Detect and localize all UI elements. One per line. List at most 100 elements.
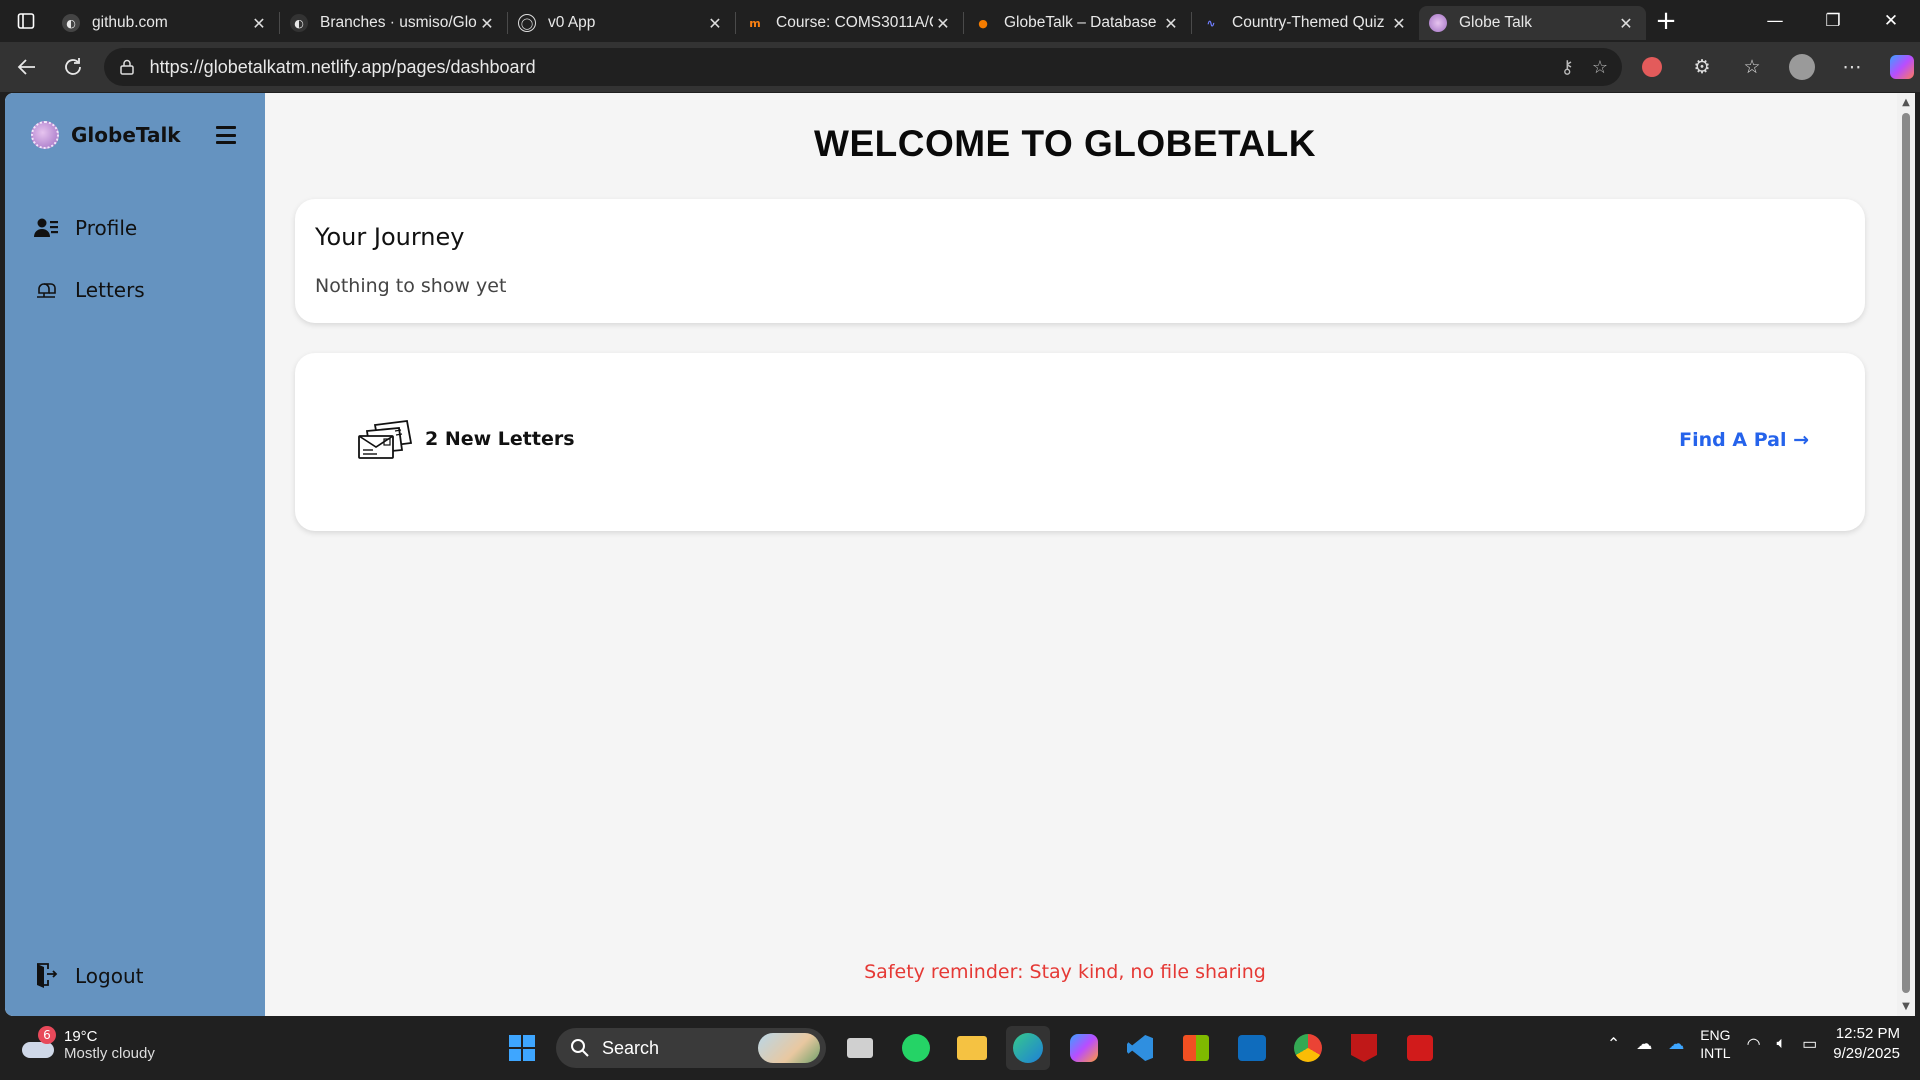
chrome-icon[interactable] — [1286, 1026, 1330, 1070]
weather-widget[interactable]: 6 19°C Mostly cloudy — [20, 1026, 155, 1062]
tab-globe-talk[interactable]: Globe Talk ✕ — [1419, 6, 1646, 40]
battery-icon[interactable]: ▭ — [1802, 1034, 1817, 1054]
profile-avatar-icon[interactable] — [1784, 49, 1820, 85]
logout-button[interactable]: Logout — [31, 963, 143, 989]
globetalk-icon — [1429, 14, 1447, 32]
file-explorer-icon[interactable] — [950, 1026, 994, 1070]
close-window-icon[interactable]: ✕ — [1862, 0, 1920, 42]
vscode-icon[interactable] — [1118, 1026, 1162, 1070]
window-controls: — ❐ ✕ — [1746, 0, 1920, 42]
taskbar-search[interactable]: Search — [556, 1028, 826, 1068]
letters-card: 2 New Letters Find A Pal → — [295, 353, 1865, 531]
refresh-icon — [64, 58, 81, 75]
search-label: Search — [602, 1037, 660, 1058]
clock[interactable]: 12:52 PM 9/29/2025 — [1833, 1024, 1900, 1064]
tab-title: Country-Themed Quiz — [1232, 14, 1385, 31]
tab-actions-icon — [17, 13, 35, 29]
users-icon — [31, 217, 61, 239]
extension-badge-icon[interactable] — [1634, 49, 1670, 85]
restore-icon[interactable]: ❐ — [1804, 0, 1862, 42]
onedrive-offline-icon[interactable]: ☁ — [1636, 1034, 1652, 1054]
sidebar-item-letters[interactable]: Letters — [31, 278, 145, 302]
search-icon — [571, 1039, 589, 1057]
taskbar: 6 19°C Mostly cloudy Search ⌃ ☁ ☁ ENG IN… — [0, 1016, 1920, 1080]
acrobat-icon[interactable] — [1398, 1026, 1442, 1070]
firebase-icon: ● — [978, 16, 988, 30]
clock-date: 9/29/2025 — [1833, 1045, 1900, 1062]
tab-title: Course: COMS3011A/C — [776, 14, 933, 31]
url-field[interactable]: https://globetalkatm.netlify.app/pages/d… — [103, 48, 1622, 86]
weather-temperature: 19°C — [64, 1028, 98, 1045]
refresh-button[interactable] — [50, 47, 96, 87]
tab-title: v0 App — [548, 14, 596, 31]
close-tab-icon[interactable]: ✕ — [249, 14, 269, 33]
page-title: WELCOME TO GLOBETALK — [814, 123, 1316, 164]
copilot-app-icon[interactable] — [1062, 1026, 1106, 1070]
back-button[interactable] — [4, 47, 50, 87]
close-tab-icon[interactable]: ✕ — [1389, 14, 1409, 33]
edge-browser-icon[interactable] — [1006, 1026, 1050, 1070]
copilot-icon[interactable] — [1884, 49, 1920, 85]
tab-actions-button[interactable] — [0, 0, 52, 42]
close-tab-icon[interactable]: ✕ — [705, 14, 725, 33]
tab-title: Globe Talk — [1459, 14, 1532, 31]
close-tab-icon[interactable]: ✕ — [477, 14, 497, 33]
keyboard-layout: INTL — [1700, 1045, 1731, 1061]
tab-course[interactable]: m Course: COMS3011A/C ✕ — [736, 6, 963, 40]
tab-quiz[interactable]: ∿ Country-Themed Quiz ✕ — [1192, 6, 1419, 40]
weather-badge: 6 — [38, 1026, 56, 1044]
main-content: WELCOME TO GLOBETALK Your Journey Nothin… — [265, 93, 1897, 1016]
back-arrow-icon — [17, 59, 35, 75]
favorites-icon[interactable]: ☆ — [1734, 49, 1770, 85]
brand[interactable]: GlobeTalk — [31, 121, 181, 149]
tab-github[interactable]: ◐ github.com ✕ — [52, 6, 279, 40]
more-options-icon[interactable]: ⋯ — [1834, 49, 1870, 85]
chevron-up-icon[interactable]: ⌃ — [1607, 1034, 1620, 1054]
journey-card: Your Journey Nothing to show yet — [295, 199, 1865, 323]
mailbox-icon — [31, 279, 61, 301]
whatsapp-icon[interactable] — [894, 1026, 938, 1070]
microsoft-store-icon[interactable] — [1174, 1026, 1218, 1070]
globe-icon: ◯ — [518, 14, 536, 32]
scrollbar-thumb[interactable] — [1902, 113, 1910, 993]
sidebar-item-label: Letters — [75, 278, 145, 302]
favorite-star-icon[interactable]: ☆ — [1592, 57, 1608, 78]
task-view-icon[interactable] — [838, 1026, 882, 1070]
tab-branches[interactable]: ◐ Branches · usmiso/Glot ✕ — [280, 6, 507, 40]
tab-v0-app[interactable]: ◯ v0 App ✕ — [508, 6, 735, 40]
minimize-icon[interactable]: — — [1746, 0, 1804, 42]
page-viewport: GlobeTalk Profile Letters Logout WELCOME… — [5, 93, 1897, 1016]
close-tab-icon[interactable]: ✕ — [933, 14, 953, 33]
start-button[interactable] — [500, 1026, 544, 1070]
close-tab-icon[interactable]: ✕ — [1616, 14, 1636, 33]
brand-name: GlobeTalk — [71, 123, 181, 147]
logout-icon — [31, 963, 61, 989]
find-a-pal-link[interactable]: Find A Pal → — [1679, 429, 1809, 451]
outlook-icon[interactable] — [1230, 1026, 1274, 1070]
new-tab-button[interactable]: + — [1646, 0, 1686, 42]
wifi-icon[interactable]: ◠ — [1747, 1034, 1761, 1054]
mcafee-icon[interactable] — [1342, 1026, 1386, 1070]
scroll-down-icon[interactable]: ▼ — [1900, 1001, 1912, 1012]
new-letters-count: 2 New Letters — [425, 428, 575, 450]
key-icon[interactable]: ⚷ — [1561, 57, 1574, 78]
browser-tab-bar: ◐ github.com ✕ ◐ Branches · usmiso/Glot … — [0, 0, 1920, 42]
journey-empty-text: Nothing to show yet — [315, 275, 507, 297]
new-letters[interactable]: 2 New Letters — [357, 419, 575, 459]
tab-title: GlobeTalk – Database - — [1004, 14, 1161, 31]
onedrive-icon[interactable]: ☁ — [1668, 1034, 1684, 1054]
language-indicator[interactable]: ENG INTL — [1700, 1026, 1730, 1062]
search-highlight-image — [758, 1033, 820, 1063]
journey-title: Your Journey — [315, 223, 465, 251]
tab-globetalk-database[interactable]: ● GlobeTalk – Database - ✕ — [964, 6, 1191, 40]
site-info-icon[interactable] — [118, 58, 136, 76]
windows-logo-icon — [509, 1035, 535, 1061]
extensions-icon[interactable]: ⚙ — [1684, 49, 1720, 85]
clock-time: 12:52 PM — [1835, 1025, 1900, 1042]
volume-icon[interactable]: 🔈︎ — [1777, 1035, 1787, 1053]
close-tab-icon[interactable]: ✕ — [1161, 14, 1181, 33]
sidebar-item-profile[interactable]: Profile — [31, 216, 137, 240]
menu-toggle-button[interactable] — [216, 126, 236, 144]
page-scrollbar[interactable]: ▲ ▼ — [1897, 93, 1915, 1016]
scroll-up-icon[interactable]: ▲ — [1900, 97, 1912, 108]
